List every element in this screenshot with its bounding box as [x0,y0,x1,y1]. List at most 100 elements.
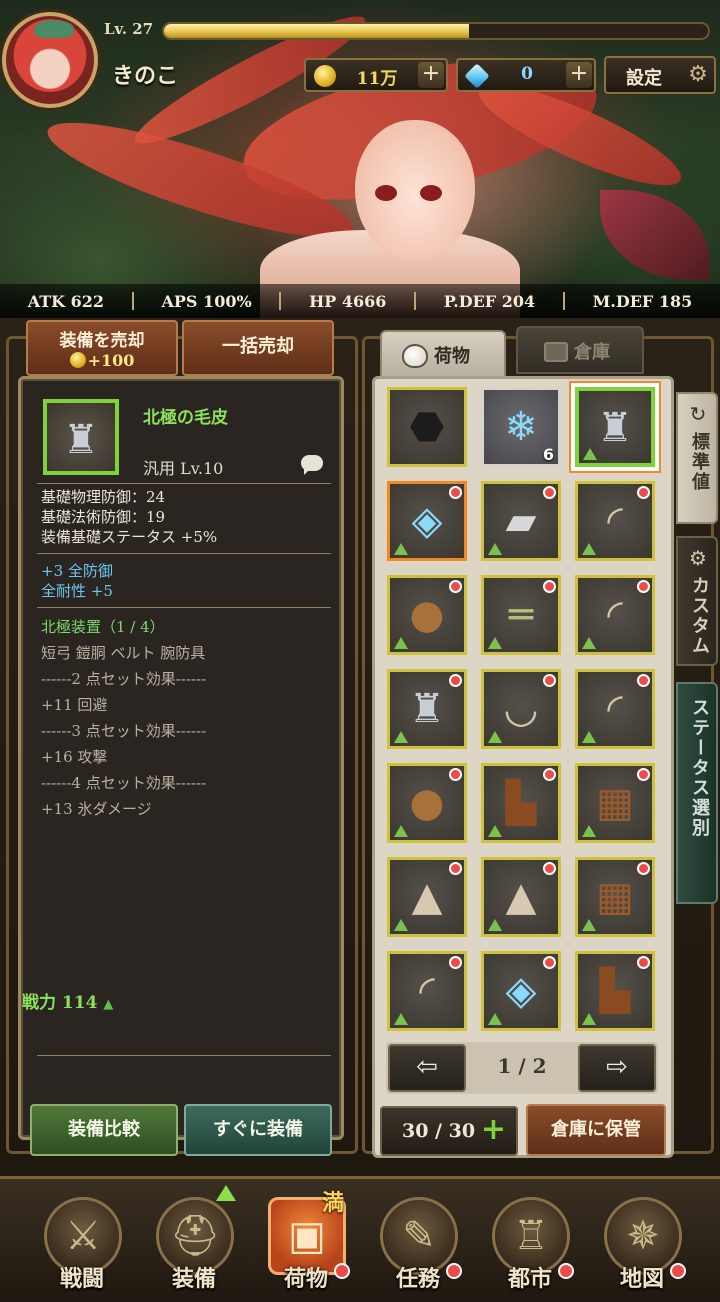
nav-equipment-label: 装備 [171,1266,216,1292]
prev-page-button[interactable]: ⇦ [388,1044,466,1092]
inventory-slot[interactable]: ⬣ [387,387,467,467]
divider [37,553,331,554]
inventory-slot[interactable]: ◜ [575,575,655,655]
inventory-slot[interactable]: ◈ [481,951,561,1031]
divider [37,607,331,608]
nav-battle-label: 戦闘 [59,1266,104,1292]
tab-storage[interactable]: 倉庫 [516,326,644,374]
page-indicator: 1 / 2 [497,1054,547,1078]
set-effect-line: +11 回避 [41,696,108,714]
new-dot-icon [449,956,462,969]
gold-coin-icon [314,65,336,87]
sell-equipment-button[interactable]: 装備を売却 +100 [26,320,178,376]
gold-coin-icon [69,352,86,368]
inventory-slot[interactable]: ▙ [575,951,655,1031]
set-members: 短弓 鎧胴 ベルト 腕防具 [41,644,206,662]
inventory-slot[interactable]: ▦ [575,763,655,843]
arrow-right-icon: ⇨ [606,1052,628,1082]
upgrade-arrow-icon [582,731,596,743]
upgrade-arrow-icon [583,448,597,460]
compare-equipment-button[interactable]: 装備比較 [30,1104,178,1156]
nav-city[interactable]: ♖ 都市 [474,1185,586,1302]
bag-icon [402,344,428,368]
capacity-value: 30 / 30 [402,1120,476,1142]
chat-bubble-icon[interactable] [301,455,323,475]
side-tab-standard[interactable]: ↻ 標準値 [676,392,718,524]
nav-items[interactable]: ▣ 満 荷物 [250,1185,362,1302]
set-effect-line: ------3 点セット効果------ [41,722,207,740]
inventory-slot[interactable]: ❄ 6 [481,387,561,467]
inventory-slot-selected[interactable]: ♜ [575,387,655,467]
inventory-slot[interactable]: ▲ [481,857,561,937]
side-tab-custom[interactable]: ⚙ カスタム [676,536,718,666]
upgrade-arrow-icon [582,919,596,931]
set-name: 北極装置（1 / 4） [41,618,165,636]
hero-eye [375,185,397,201]
inventory-slot[interactable]: ◜ [387,951,467,1031]
next-page-button[interactable]: ⇨ [578,1044,656,1092]
add-gold-button[interactable]: + [418,62,444,88]
bottom-nav: ⚔ 戦闘 ⛑ 装備 ▣ 満 荷物 ✎ 任務 ♖ 都市 ✵ 地図 [0,1176,720,1302]
divider [37,1055,331,1056]
side-tab-status-filter[interactable]: ステータス選別 [676,682,718,904]
item-quantity: 6 [542,445,554,464]
upgrade-arrow-icon [582,825,596,837]
inventory-slot[interactable]: ▦ [575,857,655,937]
inventory-slot[interactable]: ◈ [387,481,467,561]
upgrade-arrow-icon [394,637,408,649]
tab-items[interactable]: 荷物 [380,330,506,378]
inventory-slot[interactable]: ◜ [575,669,655,749]
upgrade-arrow-icon [394,825,408,837]
hero-banner: Lv. 27 きのこ 11万 + 0 + 設定 ⚙ ATK 622 APS 10… [0,0,720,318]
settings-button[interactable]: 設定 ⚙ [604,56,716,94]
inventory-slot[interactable]: ═ [481,575,561,655]
inventory-slot[interactable]: ● [387,575,467,655]
arrow-left-icon: ⇦ [416,1052,438,1082]
new-dot-icon [449,674,462,687]
bulk-sell-button[interactable]: 一括売却 [182,320,334,376]
nav-battle[interactable]: ⚔ 戦闘 [26,1185,138,1302]
upgrade-arrow-icon [488,543,502,555]
upgrade-arrow-icon [394,543,408,555]
add-gem-button[interactable]: + [566,62,592,88]
fur-armor-icon: ♜ [63,417,99,463]
inventory-slot[interactable]: ▲ [387,857,467,937]
nav-equipment[interactable]: ⛑ 装備 [138,1185,250,1302]
equip-now-button[interactable]: すぐに装備 [184,1104,332,1156]
hero-wing [600,190,710,280]
coal-icon: ⬣ [409,404,445,450]
inventory-slot[interactable]: ▙ [481,763,561,843]
new-dot-icon [637,580,650,593]
inventory-slot[interactable]: ▰ [481,481,561,561]
gear-icon: ⚙ [689,546,707,570]
player-level: Lv. 27 [104,20,154,38]
nav-quests[interactable]: ✎ 任務 [362,1185,474,1302]
combat-power: 戦力 114 ▲ [22,988,113,1013]
nav-quests-label: 任務 [395,1266,440,1292]
item-category: 汎用 Lv.10 [143,459,224,478]
stats-bar: ATK 622 APS 100% HP 4666 P.DEF 204 M.DEF… [0,284,720,318]
gem-amount: 0 [521,64,533,84]
stat-pdef: P.DEF 204 [443,291,536,311]
inventory-slot[interactable]: ♜ [387,669,467,749]
item-thumbnail: ♜ [43,399,119,475]
divider [37,483,331,484]
upgrade-arrow-icon [488,825,502,837]
upgrade-arrow-icon [582,1013,596,1025]
gem-counter: 0 + [456,58,596,92]
inventory-slot[interactable]: ● [387,763,467,843]
nav-map[interactable]: ✵ 地図 [586,1185,698,1302]
power-up-icon: ▲ [103,997,114,1012]
store-in-warehouse-button[interactable]: 倉庫に保管 [526,1104,666,1156]
player-avatar[interactable] [2,12,98,108]
side-tab-status-label: ステータス選別 [689,698,710,838]
level-bar: Lv. 27 [96,18,720,46]
upgrade-arrow-icon [216,1185,236,1201]
new-dot-icon [543,956,556,969]
inventory-slot[interactable]: ◜ [575,481,655,561]
expand-capacity-icon[interactable]: + [481,1112,506,1147]
inventory-slot[interactable]: ◡ [481,669,561,749]
inventory-capacity: 30 / 30 + [380,1106,518,1156]
hero-face [355,120,475,260]
side-tab-standard-label: 標準値 [689,432,710,492]
